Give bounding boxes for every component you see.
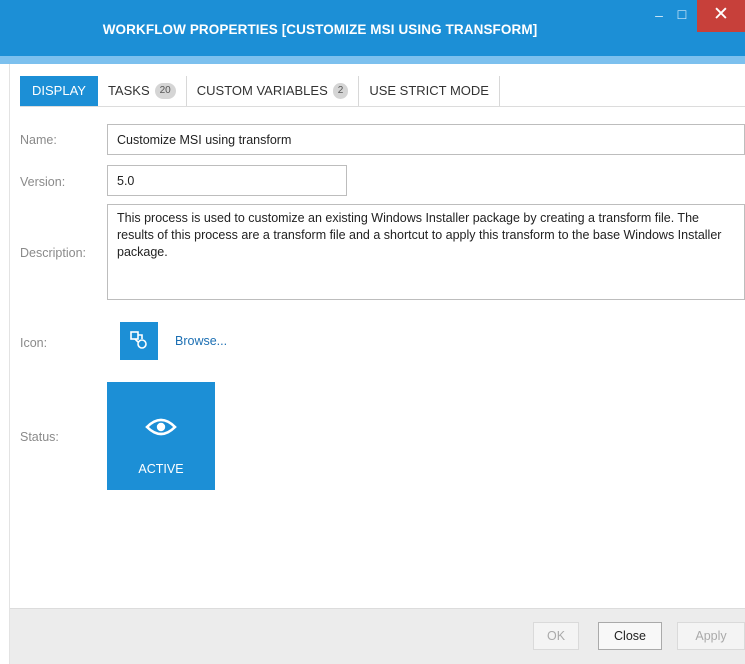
eye-icon [145,417,177,440]
close-window-button[interactable]: ✕ [697,0,745,32]
minimize-button[interactable]: – [648,0,670,34]
name-field[interactable]: Customize MSI using transform [107,124,745,155]
version-label: Version: [20,175,66,189]
status-toggle[interactable]: ACTIVE [107,382,215,490]
description-label: Description: [20,246,86,260]
title-accent-bar [0,56,745,64]
name-value: Customize MSI using transform [117,132,292,147]
tab-label: CUSTOM VARIABLES [196,83,328,98]
tab-tasks[interactable]: TASKS 20 [98,76,187,106]
name-label: Name: [20,133,57,147]
close-button[interactable]: Close [598,622,662,650]
tab-label: TASKS [107,83,150,98]
version-value: 5.0 [117,173,135,188]
tab-label: DISPLAY [32,83,86,98]
description-value: This process is used to customize an exi… [117,211,722,259]
maximize-button[interactable]: ☐ [670,0,694,34]
title-bar: WORKFLOW PROPERTIES [CUSTOMIZE MSI USING… [0,0,745,56]
count-badge: 2 [332,83,349,99]
browse-link[interactable]: Browse... [175,334,227,348]
workflow-icon-button[interactable] [120,322,158,360]
tab-display[interactable]: DISPLAY [20,76,98,106]
version-field[interactable]: 5.0 [107,165,347,196]
tab-strip: DISPLAY TASKS 20 CUSTOM VARIABLES 2 USE … [20,76,500,106]
workflow-shapes-icon [129,330,149,353]
apply-button[interactable]: Apply [677,622,745,650]
window-title: WORKFLOW PROPERTIES [CUSTOMIZE MSI USING… [102,22,538,37]
count-badge: 20 [154,83,176,99]
tab-use-strict-mode[interactable]: USE STRICT MODE [359,76,500,106]
tab-divider [20,106,745,107]
description-field[interactable]: This process is used to customize an exi… [107,204,745,300]
ok-button[interactable]: OK [533,622,579,650]
status-value: ACTIVE [138,462,184,476]
icon-label: Icon: [20,336,48,350]
tab-label: USE STRICT MODE [369,83,489,98]
status-label: Status: [20,430,59,444]
left-frame [0,64,10,664]
tab-custom-variables[interactable]: CUSTOM VARIABLES 2 [187,76,360,106]
